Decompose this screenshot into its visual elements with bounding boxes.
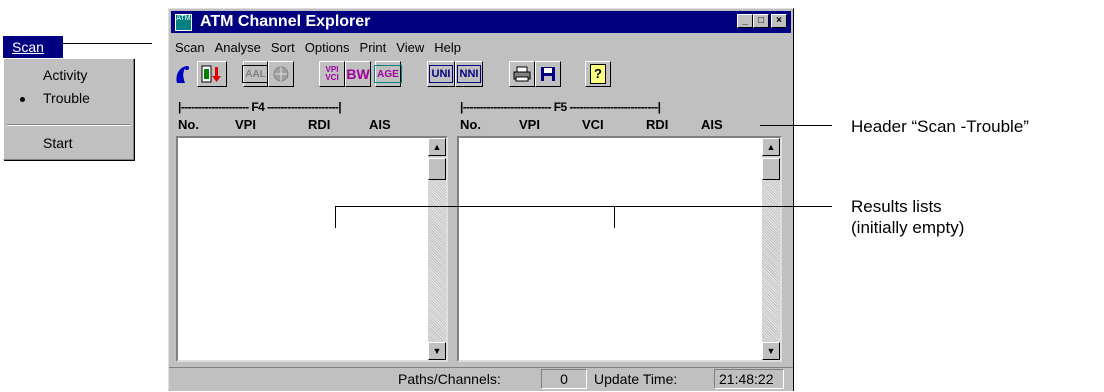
- annotation-header: Header “Scan -Trouble”: [851, 117, 1029, 136]
- f5-scrollbar[interactable]: ▲ ▼: [762, 138, 780, 360]
- minimize-button[interactable]: _: [737, 14, 753, 28]
- header-callout-line: [760, 125, 832, 126]
- scan-callout-line: [63, 43, 152, 44]
- status-bar: Paths/Channels: 0 Update Time: 21:48:22: [169, 367, 793, 392]
- f4-col-rdi: RDI: [308, 117, 331, 132]
- cell-icon[interactable]: [268, 61, 294, 87]
- paths-label: Paths/Channels:: [398, 371, 501, 387]
- annotation-results-line1: Results lists: [851, 197, 942, 216]
- help-icon[interactable]: ?: [585, 61, 611, 87]
- nni-icon[interactable]: NNI: [455, 61, 483, 87]
- aal-icon[interactable]: AAL: [242, 61, 269, 87]
- f4-scrollbar[interactable]: ▲ ▼: [428, 138, 446, 360]
- update-time: 21:48:22: [719, 371, 774, 387]
- f5-col-vpi: VPI: [519, 117, 540, 132]
- menu-scan[interactable]: Scan: [175, 40, 205, 58]
- paths-count: 0: [560, 371, 568, 387]
- menu-view[interactable]: View: [396, 40, 424, 58]
- vpi-vci-icon[interactable]: VPI VCI: [319, 61, 345, 87]
- scroll-down-icon[interactable]: ▼: [428, 342, 446, 360]
- f4-col-no: No.: [178, 117, 199, 132]
- stop-icon[interactable]: [197, 61, 227, 87]
- results-tick-left: [335, 206, 336, 228]
- maximize-button[interactable]: □: [753, 14, 769, 28]
- window-title: ATM Channel Explorer: [200, 13, 371, 30]
- toolbar: AAL VPI VCI BW AGE UNI NNI ?: [173, 61, 783, 91]
- scroll-up-icon[interactable]: ▲: [762, 138, 780, 156]
- scroll-thumb[interactable]: [762, 158, 780, 180]
- menu-sort[interactable]: Sort: [271, 40, 295, 58]
- menu-options[interactable]: Options: [305, 40, 350, 58]
- age-icon[interactable]: AGE: [374, 61, 402, 87]
- f4-header: |-------------------- F4 ---------------…: [178, 100, 342, 114]
- scan-icon[interactable]: [173, 63, 195, 87]
- scroll-thumb[interactable]: [428, 158, 446, 180]
- save-icon[interactable]: [535, 61, 561, 87]
- menu-item-trouble[interactable]: Trouble: [4, 88, 133, 108]
- annotation-results-line2: (initially empty): [851, 218, 965, 237]
- paths-value: 0: [541, 369, 587, 389]
- bw-icon[interactable]: BW: [345, 61, 371, 87]
- close-button[interactable]: ×: [771, 14, 787, 28]
- f5-results-list[interactable]: ▲ ▼: [457, 136, 782, 362]
- menu-separator: [7, 124, 130, 126]
- menu-item-activity-label: Activity: [43, 67, 88, 83]
- results-tick-right: [614, 206, 615, 228]
- scroll-up-icon[interactable]: ▲: [428, 138, 446, 156]
- menu-help[interactable]: Help: [434, 40, 461, 58]
- f4-col-vpi: VPI: [235, 117, 256, 132]
- update-label: Update Time:: [594, 371, 678, 387]
- f5-col-rdi: RDI: [646, 117, 669, 132]
- menu-analyse[interactable]: Analyse: [215, 40, 261, 58]
- app-icon: ATM: [175, 14, 192, 31]
- f5-col-ais: AIS: [701, 117, 723, 132]
- menu-print[interactable]: Print: [360, 40, 387, 58]
- scroll-down-icon[interactable]: ▼: [762, 342, 780, 360]
- update-time-value: 21:48:22: [714, 369, 784, 389]
- scan-dropdown-menu: Activity Trouble Start: [3, 58, 134, 160]
- f4-results-list[interactable]: ▲ ▼: [176, 136, 448, 362]
- uni-icon[interactable]: UNI: [427, 61, 455, 87]
- results-callout-line: [335, 206, 832, 207]
- f5-header: |-------------------------- F5 ---------…: [460, 100, 661, 114]
- f5-col-vci: VCI: [582, 117, 604, 132]
- f5-col-no: No.: [460, 117, 481, 132]
- print-icon[interactable]: [509, 61, 535, 87]
- menu-item-start-label: Start: [43, 135, 73, 151]
- atm-explorer-window: ATM ATM Channel Explorer _ □ × Scan Anal…: [168, 8, 794, 391]
- menu-item-trouble-label: Trouble: [43, 90, 90, 106]
- menu-bar: Scan Analyse Sort Options Print View Hel…: [175, 40, 471, 58]
- f4-col-ais: AIS: [369, 117, 391, 132]
- menu-item-activity[interactable]: Activity: [4, 65, 133, 85]
- menu-item-start[interactable]: Start: [4, 133, 133, 153]
- checked-bullet-icon: [20, 97, 25, 102]
- scan-menu-button[interactable]: Scan: [3, 36, 63, 58]
- scan-menu-label: Scan: [12, 39, 44, 55]
- title-bar[interactable]: ATM ATM Channel Explorer _ □ ×: [171, 11, 791, 33]
